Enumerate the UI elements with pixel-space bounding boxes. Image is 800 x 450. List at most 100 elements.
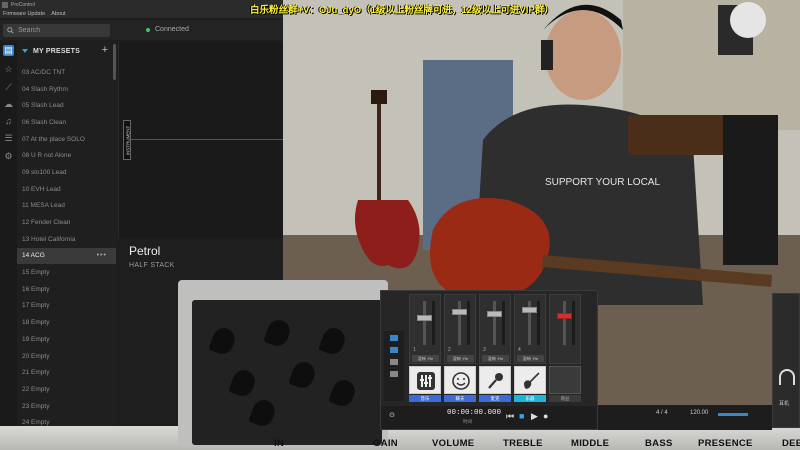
instrument-input-block[interactable]: INSTRUMENT <box>123 120 131 160</box>
mixer-icon <box>417 372 435 390</box>
instrument-label: INSTRUMENT <box>125 125 131 156</box>
preset-item[interactable]: 23 Empty <box>17 398 116 415</box>
headphone-label: 耳机 <box>779 401 790 407</box>
fader-knob[interactable] <box>417 315 432 321</box>
presets-icon[interactable]: ▤ <box>3 45 14 56</box>
channel-reverb-button[interactable]: 混响 ·Re <box>447 355 474 362</box>
fader-track <box>458 301 461 345</box>
fader-knob[interactable] <box>557 313 572 319</box>
signal-chain-canvas[interactable]: INSTRUMENT <box>118 42 284 238</box>
skip-back-icon[interactable]: ⏮ <box>506 411 514 422</box>
guitar-icon <box>524 372 540 389</box>
fader-knob[interactable] <box>487 311 502 317</box>
mixer-channel-1[interactable]: 1 混响 ·Re <box>409 294 441 364</box>
preset-item[interactable]: 06 Slash Clean <box>17 114 116 131</box>
grid-icon[interactable] <box>390 371 398 377</box>
control-in[interactable]: IN <box>274 438 284 449</box>
preset-item[interactable]: 18 Empty <box>17 314 116 331</box>
control-gain[interactable]: GAIN <box>373 438 398 449</box>
fader-knob[interactable] <box>522 307 537 313</box>
mixer-channel-2[interactable]: 2 混响 ·Re <box>444 294 476 364</box>
cloud-icon[interactable]: ☁ <box>3 99 14 110</box>
volume-slider[interactable] <box>718 413 748 416</box>
preset-item[interactable]: 19 Empty <box>17 331 116 348</box>
menu-firmware-update[interactable]: Firmware Update <box>3 11 45 17</box>
control-treble[interactable]: TREBLE <box>503 438 543 449</box>
preset-item[interactable]: 21 Empty <box>17 364 116 381</box>
preset-more-button[interactable]: ••• <box>97 252 107 259</box>
chat-channel-button[interactable] <box>444 366 476 394</box>
gain-channel-slot <box>549 366 581 394</box>
mixer-channel-3[interactable]: 3 混响 ·Re <box>479 294 511 364</box>
preset-item[interactable]: 10 EVH Lead <box>17 181 116 198</box>
preset-item[interactable]: 04 Slash Rythm <box>17 81 116 98</box>
preset-item[interactable]: 03 AC/DC TNT <box>17 64 116 81</box>
search-input[interactable] <box>18 27 108 34</box>
amp-cabinet-graphic[interactable] <box>178 280 388 445</box>
preset-label: 19 Empty <box>22 335 50 343</box>
music-channel-button[interactable] <box>409 366 441 394</box>
preset-item[interactable]: 07 At the place SOLO <box>17 131 116 148</box>
preset-item[interactable]: 14 ACG ••• <box>17 247 116 265</box>
logo-pick-icon <box>288 359 318 391</box>
preset-item[interactable]: 22 Empty <box>17 381 116 398</box>
logo-pick-icon <box>328 377 358 409</box>
presets-title: MY PRESETS <box>33 47 80 55</box>
mic-channel-button[interactable] <box>479 366 511 394</box>
forward-icon[interactable] <box>390 347 398 353</box>
control-presence[interactable]: PRESENCE <box>698 438 753 449</box>
keyboard-icon[interactable] <box>390 359 398 365</box>
channel-number: 4 <box>518 347 521 353</box>
mixer-channel-gain[interactable] <box>549 294 581 364</box>
music-note-icon[interactable]: ♫ <box>3 116 14 127</box>
control-volume[interactable]: VOLUME <box>432 438 474 449</box>
star-icon[interactable]: ☆ <box>3 64 14 75</box>
control-depth[interactable]: DEE <box>782 438 800 449</box>
tempo-display[interactable]: 120.00 <box>690 410 708 416</box>
preset-item[interactable]: 20 Empty <box>17 348 116 365</box>
preset-item[interactable]: 12 Fender Clean <box>17 214 116 231</box>
preset-scrollbar[interactable] <box>113 44 116 80</box>
menu-about[interactable]: About <box>51 11 65 17</box>
level-meter <box>467 301 470 345</box>
channel-reverb-button[interactable]: 混响 ·Re <box>482 355 509 362</box>
presets-header[interactable]: MY PRESETS + <box>17 42 116 60</box>
search-box[interactable] <box>3 24 110 37</box>
preset-item[interactable]: 05 Slash Lead <box>17 97 116 114</box>
fader-track <box>423 301 426 345</box>
add-preset-button[interactable]: + <box>102 44 108 56</box>
preset-item[interactable]: 16 Empty <box>17 281 116 298</box>
preset-item[interactable]: 17 Empty <box>17 298 116 315</box>
time-label: 时间 <box>463 419 472 424</box>
settings-icon[interactable]: ⚙ <box>3 151 14 162</box>
channel-reverb-button[interactable]: 混响 ·Re <box>517 355 544 362</box>
menu-bar: Firmware Update About <box>0 9 283 18</box>
app-logo-icon <box>2 1 8 8</box>
preset-label: 06 Slash Clean <box>22 118 67 126</box>
list-icon[interactable]: ☰ <box>3 133 14 144</box>
preset-item[interactable]: 15 Empty <box>17 264 116 281</box>
preset-item[interactable]: 09 slo100 Lead <box>17 164 116 181</box>
preset-item[interactable]: 11 MESA Lead <box>17 198 116 215</box>
transport-right-bar: 4 / 4 120.00 <box>598 405 772 430</box>
guitar-icon[interactable]: ⟋ <box>3 82 14 93</box>
control-middle[interactable]: MIDDLE <box>571 438 609 449</box>
channel-reverb-button[interactable]: 混响 ·Re <box>412 355 439 362</box>
preset-list: 03 AC/DC TNT 04 Slash Rythm 05 Slash Lead 0… <box>17 64 116 448</box>
time-signature[interactable]: 4 / 4 <box>656 410 668 416</box>
record-button[interactable]: ● <box>543 411 548 421</box>
headphones-icon <box>779 369 795 385</box>
settings-knob-icon[interactable]: ⊙ <box>389 411 395 419</box>
collapse-triangle-icon[interactable] <box>22 49 28 53</box>
play-button[interactable]: ▶ <box>531 411 538 422</box>
preset-item[interactable]: 13 Hotel California <box>17 231 116 248</box>
instrument-channel-button[interactable] <box>514 366 546 394</box>
connection-label: Connected <box>155 26 189 33</box>
mixer-channel-4[interactable]: 4 混响 ·Re <box>514 294 546 364</box>
control-bass[interactable]: BASS <box>645 438 673 449</box>
stop-button[interactable]: ■ <box>519 411 524 421</box>
fader-knob[interactable] <box>452 309 467 315</box>
preset-item[interactable]: 08 U R not Alone <box>17 147 116 164</box>
headphone-channel[interactable]: 耳机 <box>772 293 800 428</box>
rewind-icon[interactable] <box>390 335 398 341</box>
